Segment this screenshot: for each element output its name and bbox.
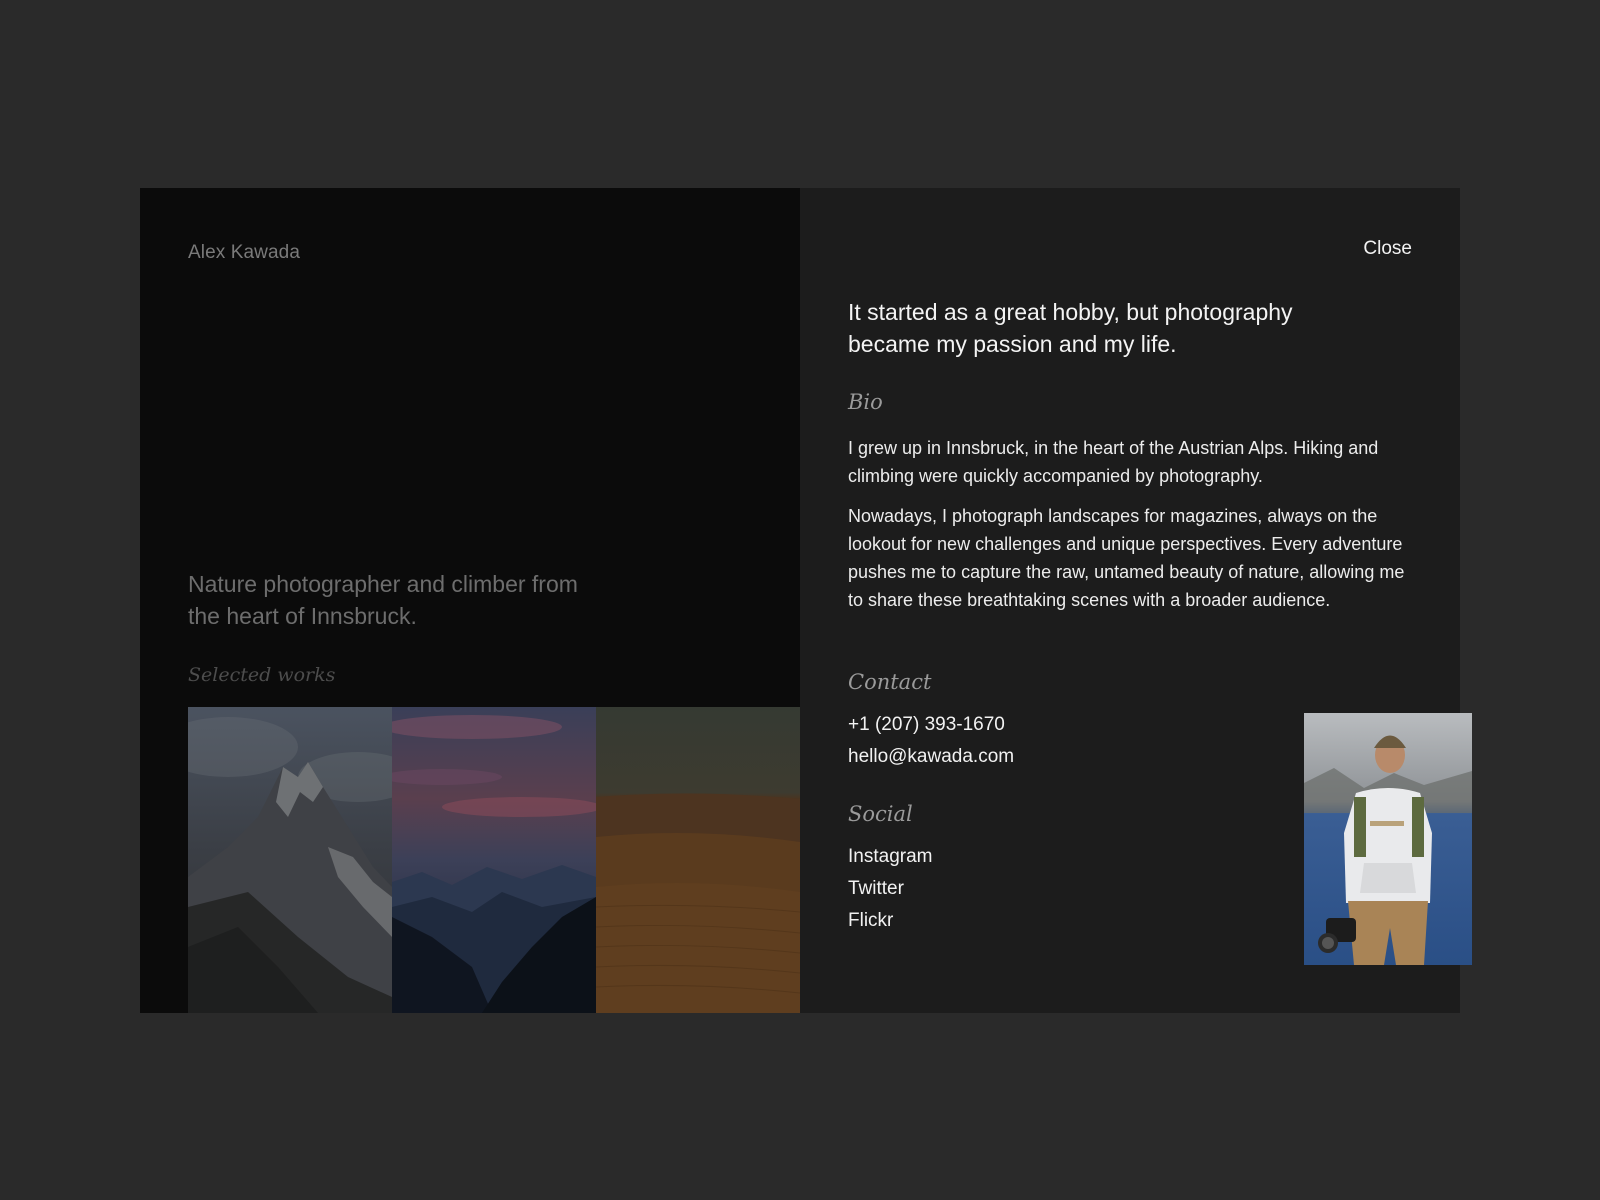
social-link-instagram[interactable]: Instagram [848, 846, 932, 868]
social-label: Social [848, 802, 913, 826]
about-modal: Alex Kawada Nature photographer and clim… [140, 188, 1472, 1013]
left-panel: Alex Kawada Nature photographer and clim… [140, 188, 800, 1013]
right-panel: Close It started as a great hobby, but p… [800, 188, 1472, 1013]
social-link-twitter[interactable]: Twitter [848, 878, 904, 900]
desert-dunes-photo[interactable] [596, 707, 800, 1013]
mountain-peak-photo[interactable] [188, 707, 392, 1013]
contact-email[interactable]: hello@kawada.com [848, 746, 1014, 768]
close-button[interactable]: Close [1363, 238, 1412, 260]
bio-paragraph-1: I grew up in Innsbruck, in the heart of … [848, 438, 1379, 486]
contact-phone[interactable]: +1 (207) 393-1670 [848, 714, 1005, 736]
portrait-photo [1304, 713, 1472, 965]
twilight-ridges-photo[interactable] [392, 707, 596, 1013]
tagline: Nature photographer and climber from the… [188, 571, 578, 629]
contact-label: Contact [848, 670, 932, 694]
selected-works-gallery [188, 707, 800, 1013]
headline: It started as a great hobby, but photogr… [848, 299, 1293, 357]
bio-label: Bio [848, 390, 883, 414]
social-link-flickr[interactable]: Flickr [848, 910, 893, 932]
brand-name[interactable]: Alex Kawada [188, 242, 300, 264]
selected-works-label: Selected works [188, 664, 336, 686]
bio-paragraph-2: Nowadays, I photograph landscapes for ma… [848, 506, 1405, 610]
